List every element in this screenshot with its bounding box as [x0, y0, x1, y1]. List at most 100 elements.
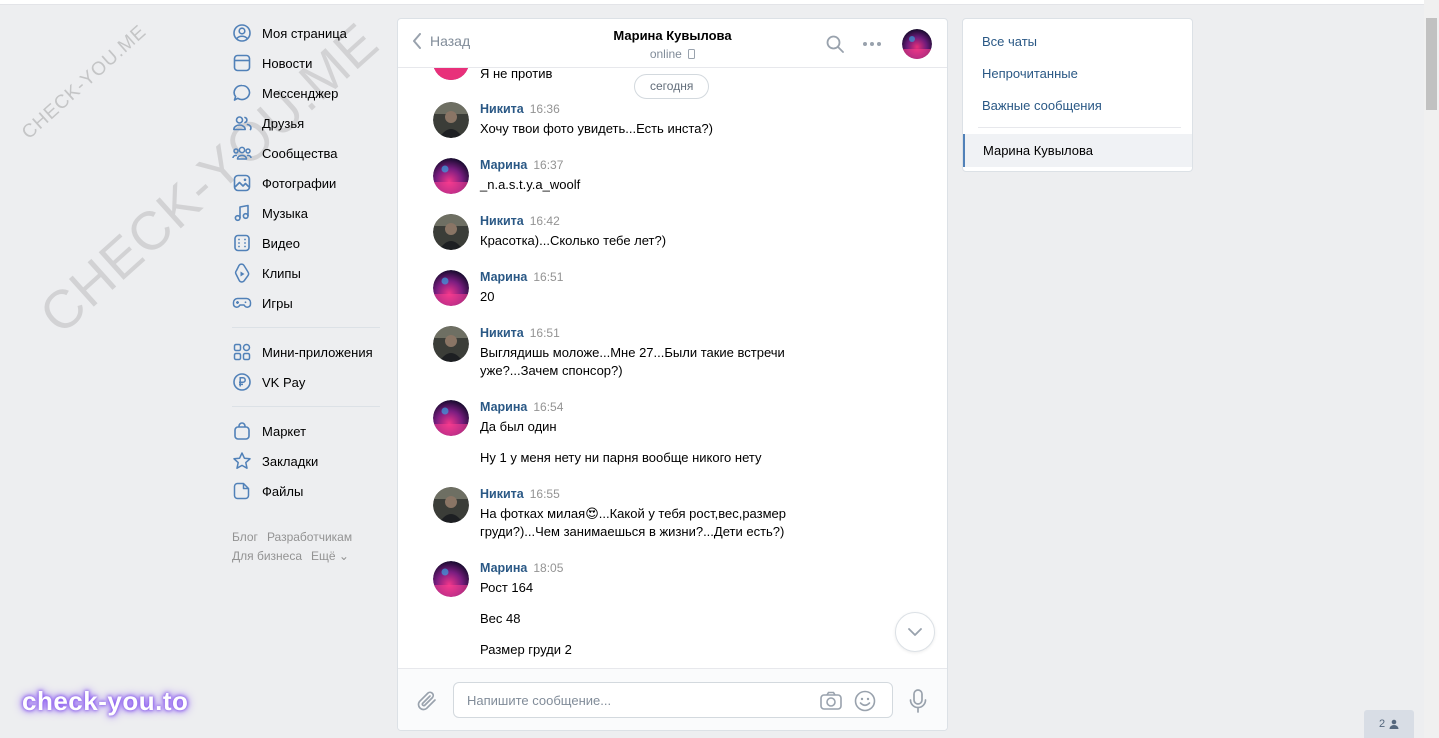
nav-divider: [232, 327, 380, 328]
avatar[interactable]: [433, 561, 469, 597]
sidebar-item-market[interactable]: Маркет: [228, 416, 388, 446]
communities-icon: [232, 143, 252, 163]
user-circle-icon: [232, 23, 252, 43]
sidebar-item-news[interactable]: Новости: [228, 48, 388, 78]
footer-link-devs[interactable]: Разработчикам: [267, 530, 352, 544]
message-header: Никита 16:42: [480, 214, 560, 228]
footer-link-more[interactable]: Ещё ⌄: [311, 549, 349, 563]
selected-chat-item[interactable]: Марина Кувылова: [963, 134, 1192, 167]
avatar[interactable]: [433, 400, 469, 436]
watermark-small: CHECK-YOU.ME: [18, 21, 151, 144]
message-history[interactable]: Я не против сегодня Никита 16:36 Хочу твои…: [398, 68, 947, 668]
filter-important[interactable]: Важные сообщения: [982, 98, 1102, 113]
message-time[interactable]: 16:37: [533, 158, 563, 172]
ruble-icon: [232, 372, 252, 392]
message-time[interactable]: 16:51: [530, 326, 560, 340]
sidebar-item-games[interactable]: Игры: [228, 288, 388, 318]
filter-all-chats[interactable]: Все чаты: [982, 34, 1037, 49]
message-text: Выглядишь моложе...Мне 27...Были такие в…: [480, 345, 785, 360]
search-icon[interactable]: [826, 35, 844, 53]
message-text: Красотка)...Сколько тебе лет?): [480, 233, 667, 248]
clips-icon: [232, 263, 252, 283]
sidebar-item-label: Видео: [262, 235, 300, 251]
message-author[interactable]: Никита: [480, 102, 524, 116]
emoji-icon[interactable]: [854, 690, 876, 712]
message-text: 20: [480, 289, 495, 304]
message-input-box: [453, 682, 893, 718]
sidebar-item-music[interactable]: Музыка: [228, 198, 388, 228]
more-icon[interactable]: [862, 41, 882, 47]
avatar[interactable]: [433, 102, 469, 138]
attach-icon[interactable]: [416, 689, 438, 713]
sidebar-item-label: Моя страница: [262, 25, 347, 41]
message-time[interactable]: 16:36: [530, 102, 560, 116]
footer-link-blog[interactable]: Блог: [232, 530, 258, 544]
sidebar-item-video[interactable]: Видео: [228, 228, 388, 258]
message-author[interactable]: Никита: [480, 326, 524, 340]
sidebar-item-label: Музыка: [262, 205, 308, 221]
message-time[interactable]: 16:54: [533, 400, 563, 414]
avatar[interactable]: [433, 270, 469, 306]
sidebar-item-mini-apps[interactable]: Мини-приложения: [228, 337, 388, 367]
date-divider: сегодня: [634, 74, 710, 99]
avatar: [433, 68, 469, 80]
scrollbar-thumb[interactable]: [1426, 18, 1437, 110]
footer-links: Блог Разработчикам Для бизнеса Ещё ⌄: [228, 528, 388, 566]
footer-link-business[interactable]: Для бизнеса: [232, 549, 302, 563]
camera-icon[interactable]: [820, 691, 842, 711]
sidebar-item-communities[interactable]: Сообщества: [228, 138, 388, 168]
message-text: Ну 1 у меня нету ни парня вообще никого …: [480, 450, 762, 465]
microphone-icon[interactable]: [909, 689, 927, 713]
message-text: Вес 48: [480, 611, 521, 626]
sidebar-item-label: Фотографии: [262, 175, 337, 191]
avatar[interactable]: [902, 29, 932, 59]
page-scrollbar[interactable]: [1424, 0, 1439, 738]
star-icon: [232, 451, 252, 471]
sidebar-item-photos[interactable]: Фотографии: [228, 168, 388, 198]
avatar[interactable]: [433, 214, 469, 250]
message-text: Размер груди 2: [480, 642, 572, 657]
message-author[interactable]: Никита: [480, 487, 524, 501]
message-text: Я не против: [480, 68, 553, 81]
photo-icon: [232, 173, 252, 193]
message-text: Хочу твои фото увидеть...Есть инста?): [480, 121, 713, 136]
message-time[interactable]: 16:42: [530, 214, 560, 228]
message-author[interactable]: Марина: [480, 158, 527, 172]
online-status: online: [649, 47, 682, 61]
message-input[interactable]: [454, 683, 804, 717]
message-header: Марина 16:54: [480, 400, 563, 414]
message-text: груди?)...Чем занимаешься в жизни?...Дет…: [480, 524, 785, 539]
message-time[interactable]: 18:05: [533, 561, 563, 575]
message-text: уже?...Зачем спонсор?): [480, 363, 623, 378]
message-text: Рост 164: [480, 580, 534, 595]
selected-chat-label: Марина Кувылова: [983, 143, 1093, 158]
sidebar-item-files[interactable]: Файлы: [228, 476, 388, 506]
sidebar-item-clips[interactable]: Клипы: [228, 258, 388, 288]
sidebar-item-label: Друзья: [262, 115, 305, 131]
message-author[interactable]: Марина: [480, 270, 527, 284]
nav-divider: [232, 406, 380, 407]
message-author[interactable]: Никита: [480, 214, 524, 228]
online-friends-badge[interactable]: 2: [1364, 710, 1414, 738]
message-author[interactable]: Марина: [480, 561, 527, 575]
sidebar-item-my-page[interactable]: Моя страница: [228, 18, 388, 48]
scroll-down-button[interactable]: [895, 612, 935, 652]
message-author[interactable]: Марина: [480, 400, 527, 414]
chevron-down-icon: [908, 628, 922, 636]
sidebar-item-messenger[interactable]: Мессенджер: [228, 78, 388, 108]
sidebar-item-label: Сообщества: [262, 145, 338, 161]
message-header: Марина 16:51: [480, 270, 563, 284]
message-header: Никита 16:51: [480, 326, 560, 340]
filter-unread[interactable]: Непрочитанные: [982, 66, 1078, 81]
sidebar-item-bookmarks[interactable]: Закладки: [228, 446, 388, 476]
video-icon: [232, 233, 252, 253]
sidebar-item-friends[interactable]: Друзья: [228, 108, 388, 138]
sidebar-item-vk-pay[interactable]: VK Pay: [228, 367, 388, 397]
divider: [978, 127, 1181, 128]
message-time[interactable]: 16:55: [530, 487, 560, 501]
apps-grid-icon: [232, 342, 252, 362]
message-time[interactable]: 16:51: [533, 270, 563, 284]
avatar[interactable]: [433, 158, 469, 194]
avatar[interactable]: [433, 326, 469, 362]
avatar[interactable]: [433, 487, 469, 523]
